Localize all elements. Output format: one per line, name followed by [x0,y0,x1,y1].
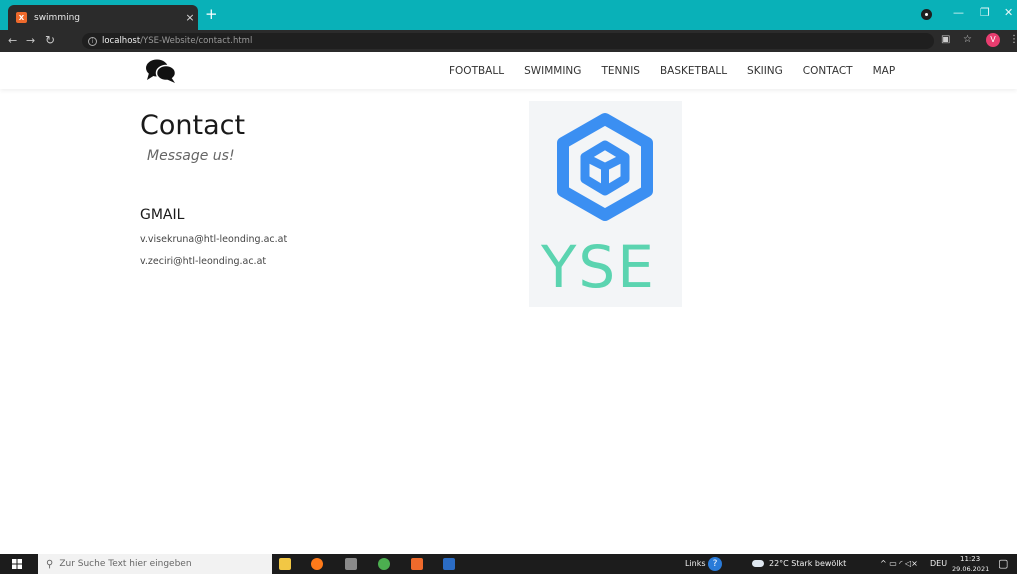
address-toolbar: ← → ↻ i localhost /YSE-Website/contact.h… [0,30,1017,52]
logo-text: YSE [541,233,656,301]
site-info-icon[interactable]: i [88,36,97,46]
xampp-favicon-icon: X [16,12,27,23]
gmail-heading: GMAIL [140,207,185,223]
app-icon[interactable] [345,558,357,570]
url-host: localhost [102,36,141,46]
site-navbar: FOOTBALL SWIMMING TENNIS BASKETBALL SKII… [0,52,1017,89]
notification-icon[interactable]: ▢ [998,557,1008,570]
search-icon: ⚲ [46,558,54,570]
browser-tab-bar: X swimming × + — ❐ ✕ [0,0,1017,30]
email-zeciri[interactable]: v.zeciri@htl-leonding.ac.at [140,256,266,267]
chat-bubbles-icon[interactable] [145,58,177,84]
forward-icon[interactable]: → [26,34,35,47]
file-explorer-icon[interactable] [279,558,291,570]
clock-time[interactable]: 11:23 [960,555,980,563]
page-subtitle: Message us! [147,148,235,164]
tab-close-button[interactable]: × [182,11,198,24]
translate-icon[interactable]: ▣ [941,34,950,45]
email-visekruna[interactable]: v.visekruna@htl-leonding.ac.at [140,234,287,245]
nav-skiing[interactable]: SKIING [747,65,783,77]
weather-cloud-icon [752,560,764,567]
menu-dots-icon[interactable]: ⋮ [1009,34,1017,45]
url-path: /YSE-Website/contact.html [140,36,253,46]
nav-contact[interactable]: CONTACT [803,65,853,77]
tab-title: swimming [34,12,81,23]
new-tab-button[interactable]: + [205,7,218,22]
yse-logo: YSE [529,101,682,307]
firefox-icon[interactable] [311,558,323,570]
links-label[interactable]: Links [685,559,706,568]
chrome-icon[interactable] [378,558,390,570]
profile-avatar[interactable]: V [986,33,1000,47]
tray-icons[interactable]: ^ ▭ ◜ ◁× [880,559,918,568]
word-icon[interactable] [443,558,455,570]
language-indicator[interactable]: DEU [930,559,947,568]
star-icon[interactable]: ☆ [963,34,972,45]
windows-taskbar: ⚲ Zur Suche Text hier eingeben Links ? 2… [0,554,1017,574]
url-input[interactable]: i localhost /YSE-Website/contact.html [82,33,934,49]
back-icon[interactable]: ← [8,34,17,47]
help-icon[interactable]: ? [708,557,722,571]
restore-icon[interactable]: ❐ [980,6,990,19]
tab-swimming[interactable]: X swimming × [8,5,198,30]
clock-date[interactable]: 29.06.2021 [952,565,989,573]
search-placeholder: Zur Suche Text hier eingeben [59,559,192,569]
taskbar-search-input[interactable]: ⚲ Zur Suche Text hier eingeben [38,554,272,574]
windows-icon[interactable] [12,559,22,569]
nav-football[interactable]: FOOTBALL [449,65,504,77]
minimize-icon[interactable]: — [953,6,964,19]
main-menu: FOOTBALL SWIMMING TENNIS BASKETBALL SKII… [449,65,915,77]
nav-tennis[interactable]: TENNIS [601,65,640,77]
weather-text[interactable]: 22°C Stark bewölkt [769,559,846,568]
browser-account-icon[interactable] [921,9,932,20]
xampp-icon[interactable] [411,558,423,570]
nav-swimming[interactable]: SWIMMING [524,65,581,77]
nav-basketball[interactable]: BASKETBALL [660,65,727,77]
nav-map[interactable]: MAP [873,65,896,77]
page-title: Contact [140,110,246,141]
reload-icon[interactable]: ↻ [45,33,55,47]
close-window-icon[interactable]: ✕ [1004,6,1013,19]
